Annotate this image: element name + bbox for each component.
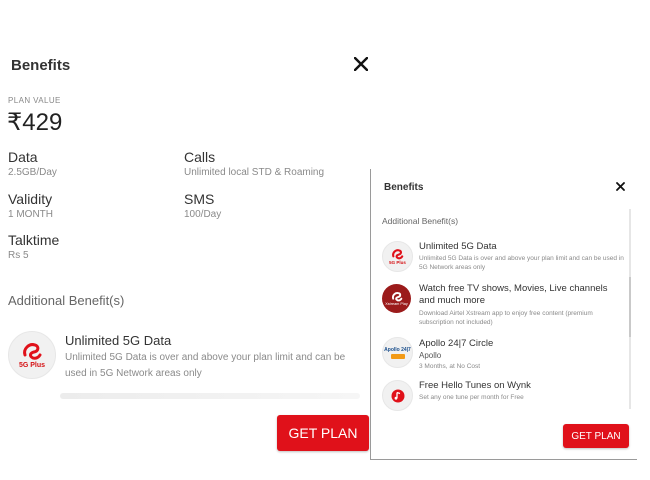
panel-get-plan-button[interactable]: GET PLAN (563, 424, 629, 448)
panel-item-desc: Download Airtel Xstream app to enjoy fre… (419, 310, 593, 326)
detail-calls: Calls Unlimited local STD & Roaming (184, 149, 324, 178)
detail-talktime: Talktime Rs 5 (8, 232, 59, 261)
wynk-logo (382, 380, 413, 411)
panel-section-heading: Additional Benefit(s) (382, 216, 459, 226)
airtel-swirl-icon (392, 249, 404, 260)
panel-item-subtitle: Apollo (419, 351, 442, 360)
detail-sms: SMS 100/Day (184, 191, 221, 220)
plan-value-label: PLAN VALUE (8, 96, 61, 105)
get-plan-button[interactable]: GET PLAN (277, 415, 369, 451)
logo-text: Apollo 24|7 (384, 346, 411, 353)
benefit-desc-line: used in 5G Network areas only (65, 368, 202, 379)
panel-item-title: Apollo 24|7 Circle (419, 338, 494, 349)
detail-value: 2.5GB/Day (8, 167, 57, 178)
detail-value: Rs 5 (8, 250, 29, 261)
airtel-swirl-icon (391, 292, 402, 302)
next-benefit-preview (60, 393, 360, 399)
detail-label: Data (8, 149, 38, 165)
benefit-description: Unlimited 5G Data is over and above your… (65, 350, 365, 382)
xstream-logo: Xstream Play (382, 284, 411, 313)
detail-data: Data 2.5GB/Day (8, 149, 57, 178)
modal-title: Benefits (11, 57, 71, 74)
panel-item-desc: Set any one tune per month for Free (419, 394, 524, 401)
airtel-swirl-icon (23, 343, 42, 360)
detail-value: 1 MONTH (8, 209, 53, 220)
detail-label: SMS (184, 191, 215, 207)
detail-value: Unlimited local STD & Roaming (184, 167, 325, 178)
benefits-panel: Benefits Additional Benefit(s) 5G Plus U… (370, 169, 637, 460)
panel-item-title: Watch free TV shows, Movies, Live channe… (419, 283, 608, 306)
apollo-badge (390, 353, 405, 359)
detail-label: Calls (184, 149, 216, 165)
detail-label: Talktime (8, 232, 60, 248)
logo-text: 5G Plus (389, 260, 406, 265)
detail-label: Validity (8, 191, 53, 207)
logo-text: Xstream Play (385, 302, 408, 306)
close-icon[interactable] (354, 57, 368, 71)
apollo-logo: Apollo 24|7 (382, 337, 413, 368)
panel-close-icon[interactable] (616, 182, 625, 191)
logo-text: 5G Plus (18, 362, 46, 369)
panel-scrollbar-thumb[interactable] (629, 277, 631, 337)
benefit-title: Unlimited 5G Data (65, 333, 172, 348)
airtel-5g-logo: 5G Plus (382, 241, 413, 272)
plan-price: ₹429 (7, 109, 63, 136)
music-note-icon (391, 389, 404, 402)
panel-item-title: Unlimited 5G Data (419, 241, 497, 252)
detail-value: 100/Day (184, 209, 222, 220)
airtel-5g-logo: 5G Plus (8, 331, 56, 379)
benefit-desc-line: Unlimited 5G Data is over and above your… (65, 352, 346, 363)
panel-title: Benefits (384, 182, 424, 193)
panel-item-title: Free Hello Tunes on Wynk (419, 380, 531, 391)
panel-item-desc: Unlimited 5G Data is over and above your… (419, 255, 624, 271)
additional-benefits-heading: Additional Benefit(s) (8, 293, 125, 308)
panel-item-desc: 3 Months, at No Cost (419, 363, 481, 370)
detail-validity: Validity 1 MONTH (8, 191, 53, 220)
